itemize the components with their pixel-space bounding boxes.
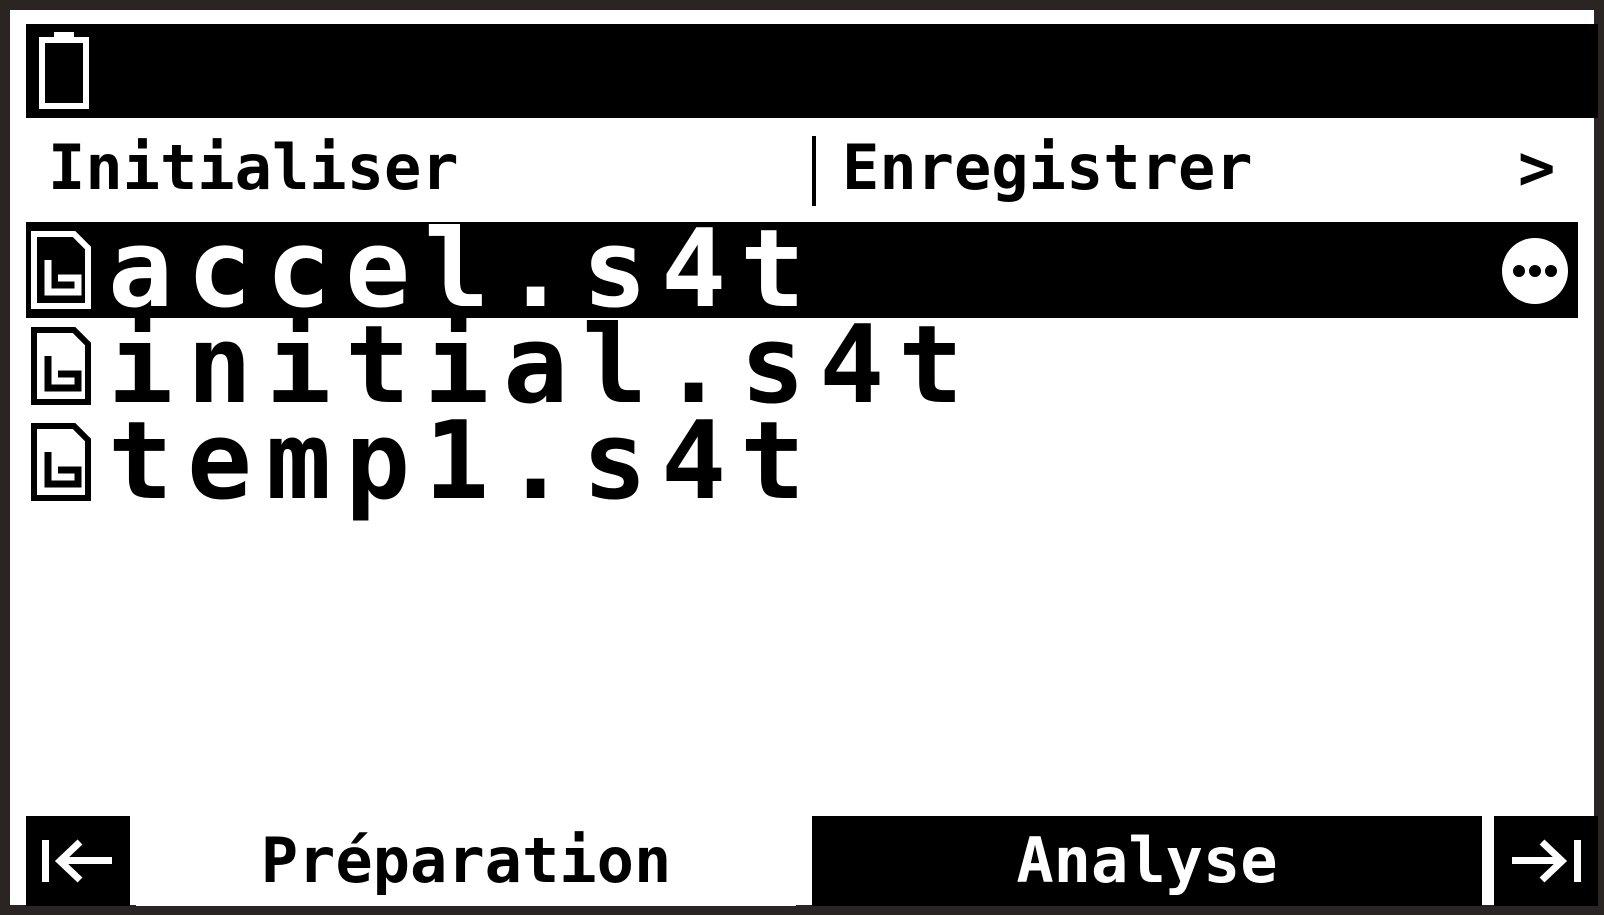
- bottom-tab-bar: Préparation Analyse: [26, 816, 1598, 906]
- first-page-button[interactable]: [26, 816, 130, 906]
- battery-icon: [39, 32, 89, 109]
- more-menu-button[interactable]: >: [1518, 128, 1555, 208]
- ellipsis-circle-icon[interactable]: [1500, 236, 1570, 306]
- tab-preparation[interactable]: Préparation: [136, 816, 796, 906]
- file-list-item[interactable]: temp1.s4t: [26, 399, 1578, 524]
- status-bar: [26, 24, 1598, 118]
- tab-analyse[interactable]: Analyse: [812, 816, 1482, 906]
- save-button[interactable]: Enregistrer: [842, 128, 1253, 208]
- last-page-button[interactable]: [1494, 816, 1598, 906]
- initialize-button[interactable]: Initialiser: [48, 128, 459, 208]
- file-list: accel.s4t initial.s4t temp1.s4t: [26, 216, 1578, 524]
- first-page-icon: [42, 839, 112, 883]
- device-screen: Initialiser Enregistrer > accel.s4t init…: [0, 0, 1604, 915]
- file-icon: [31, 327, 91, 405]
- file-icon: [31, 231, 91, 309]
- last-page-icon: [1512, 839, 1581, 883]
- file-name: temp1.s4t: [108, 399, 820, 524]
- file-icon: [31, 423, 91, 501]
- menu-bar: Initialiser Enregistrer >: [26, 128, 1598, 208]
- menu-divider: [812, 136, 816, 206]
